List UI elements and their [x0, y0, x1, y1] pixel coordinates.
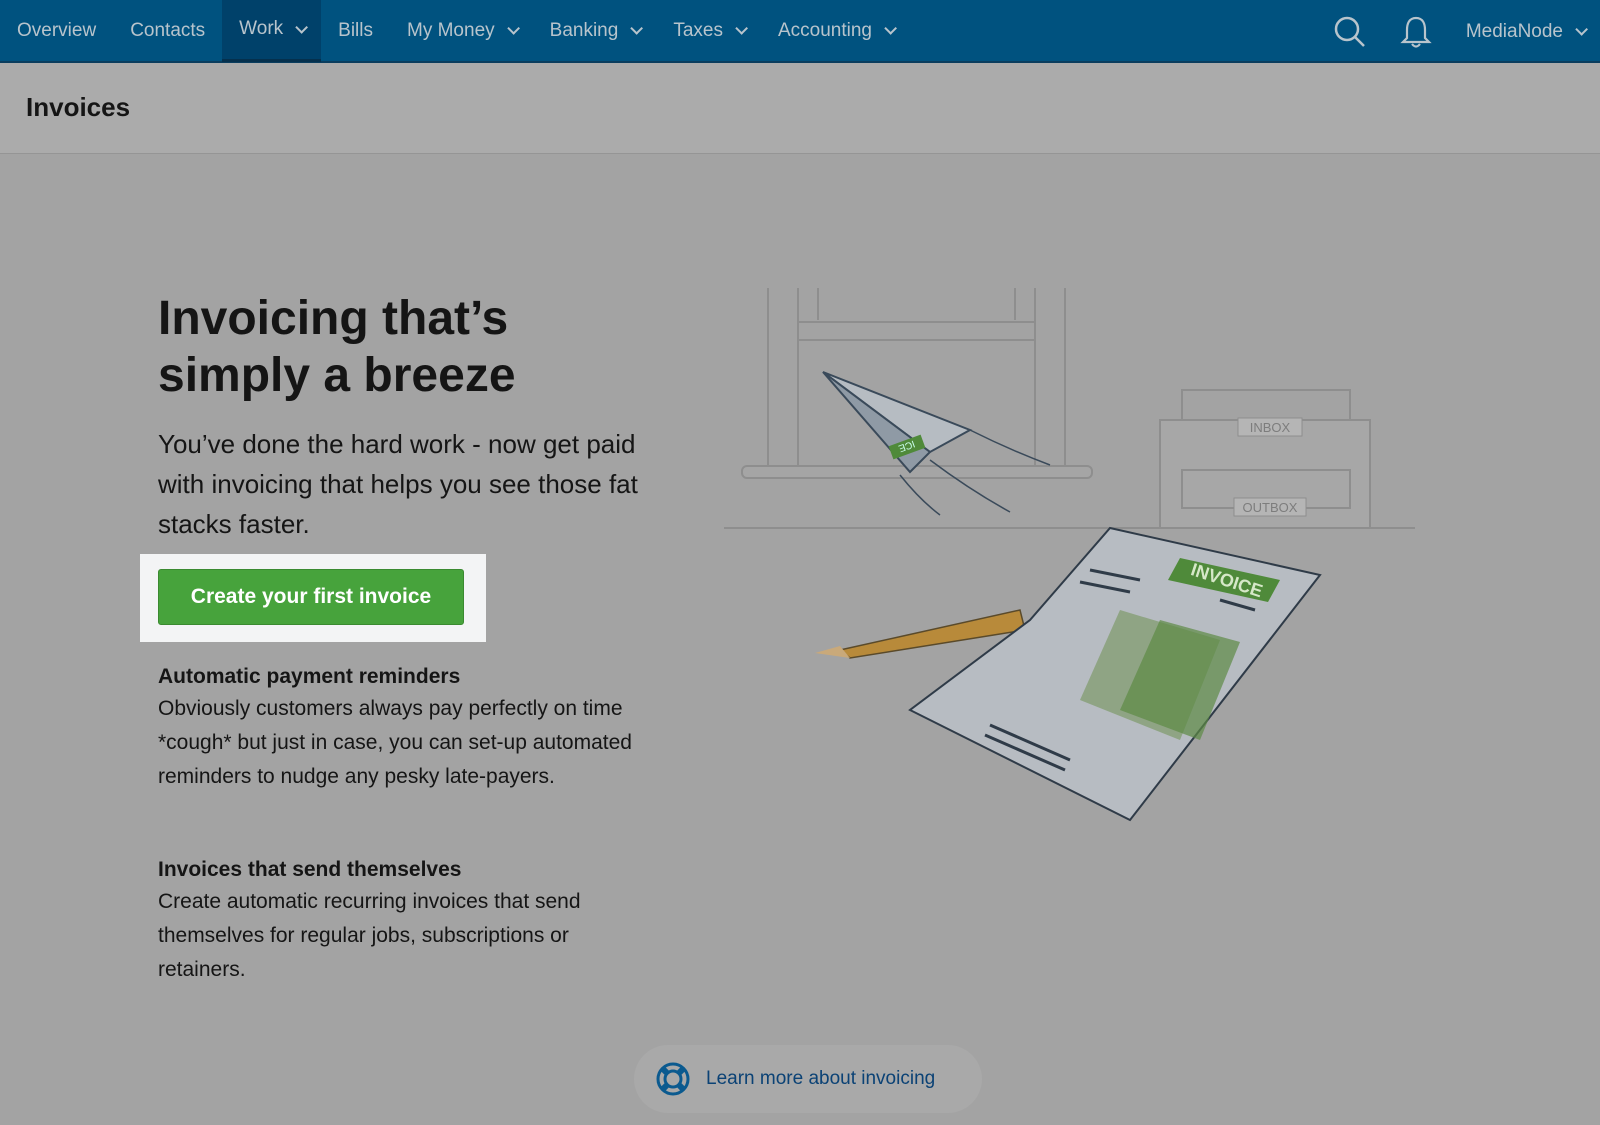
nav-label: My Money: [407, 19, 495, 41]
nav-overview[interactable]: Overview: [0, 0, 113, 62]
nav-work[interactable]: Work: [222, 0, 322, 62]
nav-taxes[interactable]: Taxes: [656, 0, 761, 62]
chevron-down-icon: [295, 20, 309, 34]
top-nav: Overview Contacts Work Bills My Money Ba…: [0, 0, 1600, 63]
account-menu[interactable]: MediaNode: [1449, 0, 1600, 63]
feature-recurring: Invoices that send themselves Create aut…: [158, 855, 648, 987]
hero-title: Invoicing that’s simply a breeze: [158, 290, 648, 404]
account-name: MediaNode: [1465, 20, 1563, 42]
nav-label: Bills: [338, 19, 373, 41]
cta-highlight: Create your first invoice: [140, 554, 486, 642]
feature-text: Obviously customers always pay perfectly…: [158, 697, 632, 788]
search-button[interactable]: [1317, 0, 1383, 63]
nav-label: Contacts: [130, 19, 206, 41]
hero-lead: You’ve done the hard work - now get paid…: [158, 429, 638, 539]
chevron-down-icon: [884, 22, 897, 35]
nav-banking[interactable]: Banking: [533, 0, 657, 62]
chevron-down-icon: [735, 22, 748, 35]
outbox-label: OUTBOX: [1243, 500, 1298, 515]
nav-label: Overview: [17, 19, 97, 41]
learn-more-link[interactable]: Learn more about invoicing: [634, 1045, 982, 1113]
notifications-button[interactable]: [1383, 0, 1449, 63]
page-title: Invoices: [26, 92, 131, 122]
learn-more-label: Learn more about invoicing: [706, 1068, 936, 1089]
nav-contacts[interactable]: Contacts: [113, 0, 222, 62]
chevron-down-icon: [630, 22, 644, 35]
nav-label: Banking: [549, 19, 619, 41]
feature-title: Automatic payment reminders: [158, 665, 461, 688]
invoice-paper: INVOICE: [908, 526, 1322, 822]
create-invoice-button[interactable]: Create your first invoice: [158, 569, 464, 625]
nav-label: Accounting: [777, 19, 872, 41]
invoice-illustration: INBOX OUTBOX ICE INVOICE: [724, 288, 1415, 822]
nav-bills[interactable]: Bills: [321, 0, 390, 62]
hero-title-line: Invoicing that’s: [158, 292, 509, 345]
chevron-down-icon: [506, 22, 520, 35]
feature-title: Invoices that send themselves: [158, 858, 462, 881]
hero-title-line: simply a breeze: [158, 349, 516, 402]
nav-label: Taxes: [673, 19, 723, 41]
nav-accounting[interactable]: Accounting: [761, 0, 910, 62]
search-icon: [1334, 16, 1365, 47]
hero: Invoicing that’s simply a breeze You’ve d…: [158, 290, 648, 544]
feature-text: Create automatic recurring invoices that…: [158, 890, 581, 981]
paper-plane: ICE: [822, 371, 1051, 516]
feature-reminders: Automatic payment reminders Obviously cu…: [158, 662, 648, 794]
bell-icon: [1400, 16, 1432, 48]
nav-my-money[interactable]: My Money: [390, 0, 533, 62]
chevron-down-icon: [1575, 23, 1588, 36]
nav-label: Work: [239, 18, 284, 39]
lifebuoy-icon: [656, 1062, 690, 1096]
page-header: Invoices: [0, 63, 1600, 154]
inbox-label: INBOX: [1250, 420, 1291, 435]
